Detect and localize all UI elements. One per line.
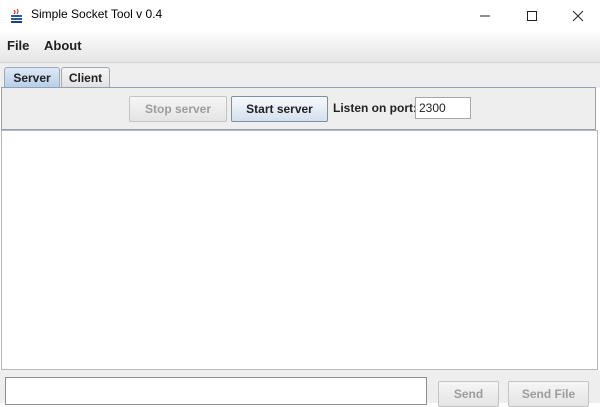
message-input[interactable] [5,377,427,405]
close-icon [572,10,584,21]
send-button[interactable]: Send [438,381,499,407]
tab-strip: Server Client [0,63,600,88]
log-output-area[interactable] [1,130,598,370]
port-input[interactable] [415,97,471,119]
tab-client[interactable]: Client [61,67,110,87]
send-file-button[interactable]: Send File [508,381,589,407]
stop-server-button[interactable]: Stop server [129,96,227,122]
maximize-icon [527,10,537,21]
maximize-button[interactable] [509,0,555,31]
close-button[interactable] [555,0,600,31]
send-bar: Send Send File [0,370,600,407]
title-bar: Simple Socket Tool v 0.4 [0,0,600,31]
server-controls-panel: Stop server Start server Listen on port: [1,87,596,130]
menu-file[interactable]: File [7,38,29,53]
minimize-icon [480,15,490,16]
start-server-button[interactable]: Start server [231,96,328,122]
tab-server[interactable]: Server [4,67,60,87]
minimize-button[interactable] [462,0,508,31]
menu-bar: File About [0,31,600,63]
port-label: Listen on port: [333,101,417,115]
window-title: Simple Socket Tool v 0.4 [31,7,163,21]
java-cup-icon [11,8,22,23]
menu-about[interactable]: About [44,38,82,53]
